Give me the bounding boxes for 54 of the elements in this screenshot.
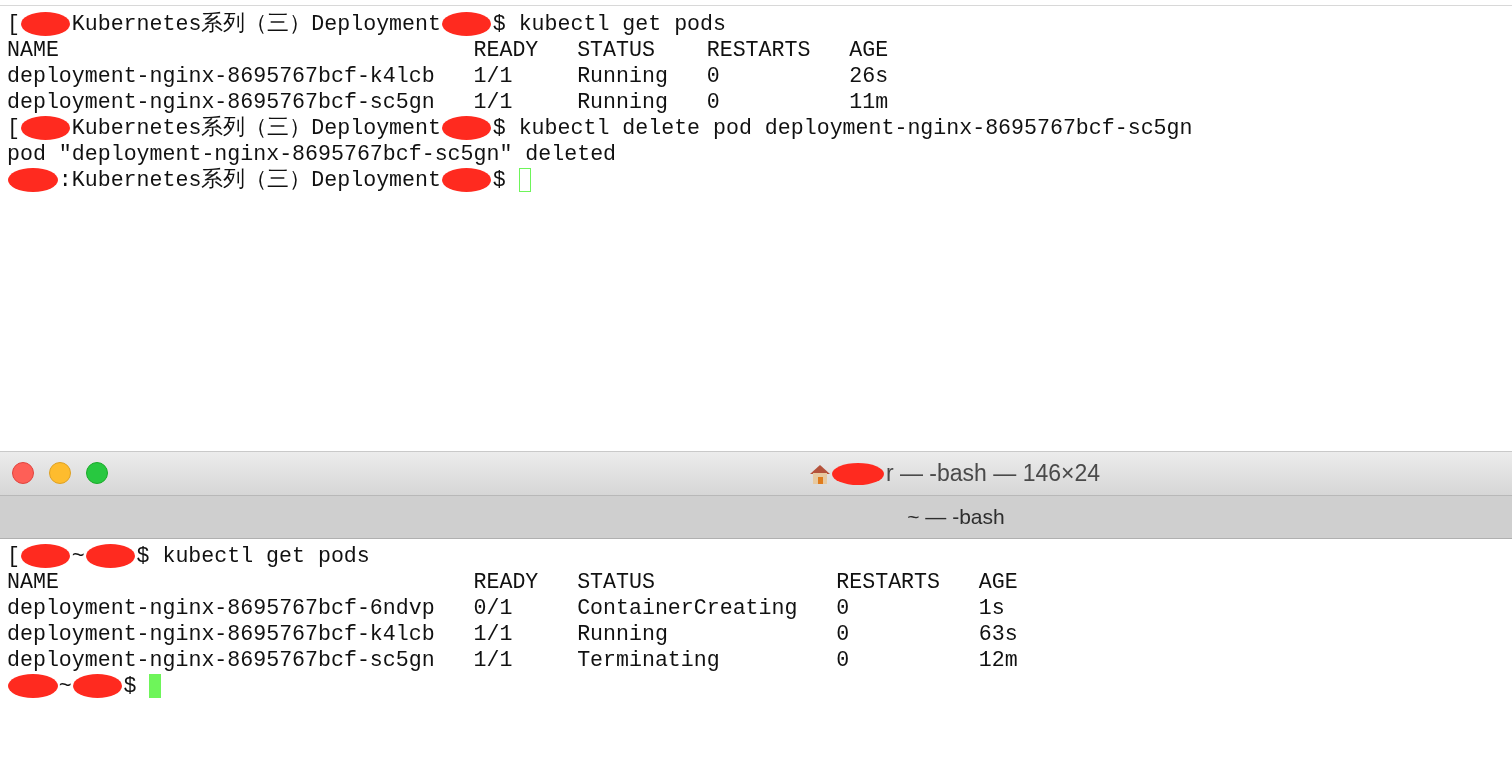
command-text: kubectl get pods bbox=[518, 11, 726, 37]
table-cell-text: Running bbox=[577, 621, 669, 647]
column-header: STATUS bbox=[577, 37, 656, 63]
table-cell-text: 1/1 bbox=[473, 647, 514, 673]
table-cell-text: ContainerCreating bbox=[577, 595, 799, 621]
command-text: kubectl delete pod deployment-nginx-8695767bcf-sc5gn bbox=[518, 115, 1193, 141]
prompt-text: [ bbox=[7, 11, 20, 37]
table-cell-text: Running bbox=[577, 89, 669, 115]
table-cell: 11m bbox=[849, 89, 889, 115]
table-cell-text: 0 bbox=[706, 63, 721, 89]
table-cell-text: 0/1 bbox=[473, 595, 514, 621]
column-header: RESTARTS bbox=[836, 569, 941, 595]
column-header: READY bbox=[473, 569, 540, 595]
prompt-text: Kubernetes系列（三）Deployment bbox=[71, 115, 441, 141]
table-cell-text: 0 bbox=[706, 89, 721, 115]
table-cell-text: 1/1 bbox=[473, 621, 514, 647]
table-cell-text: deployment-nginx-8695767bcf-sc5gn bbox=[7, 647, 436, 673]
prompt-text: [ bbox=[7, 543, 20, 569]
table-cell-text: 1/1 bbox=[473, 89, 514, 115]
table-cell: 12m bbox=[978, 647, 1018, 673]
column-header: STATUS bbox=[577, 569, 656, 595]
table-cell-text: Terminating bbox=[577, 647, 721, 673]
column-header: READY bbox=[473, 37, 540, 63]
column-header: NAME bbox=[7, 569, 60, 595]
column-header: AGE bbox=[978, 569, 1018, 595]
prompt-text: $ bbox=[492, 115, 506, 141]
prompt-text: [ bbox=[7, 115, 20, 141]
window-title: r — -bash — 146×24 bbox=[885, 460, 1101, 487]
table-cell-text: 0 bbox=[836, 621, 851, 647]
command-text: kubectl get pods bbox=[162, 543, 370, 569]
table-cell-text: 0 bbox=[836, 595, 851, 621]
prompt-text: :Kubernetes系列（三）Deployment bbox=[58, 167, 441, 193]
table-cell-text: Running bbox=[577, 63, 669, 89]
prompt-text: Kubernetes系列（三）Deployment bbox=[71, 11, 441, 37]
column-header: NAME bbox=[7, 37, 60, 63]
table-cell: 1s bbox=[978, 595, 1005, 621]
tab[interactable]: ~ — -bash bbox=[0, 496, 1512, 539]
prompt-text: ~ bbox=[58, 673, 72, 699]
prompt-text: $ bbox=[123, 673, 137, 699]
table-cell-text: deployment-nginx-8695767bcf-k4lcb bbox=[7, 621, 436, 647]
column-header: RESTARTS bbox=[706, 37, 812, 63]
table-cell: 26s bbox=[849, 63, 889, 89]
table-cell-text: deployment-nginx-8695767bcf-k4lcb bbox=[7, 63, 436, 89]
prompt-text: $ bbox=[492, 167, 506, 193]
column-header: AGE bbox=[849, 37, 889, 63]
output-text: pod "deployment-nginx-8695767bcf-sc5gn" deleted bbox=[7, 141, 617, 167]
table-cell-text: 1/1 bbox=[473, 63, 514, 89]
prompt-text: $ bbox=[136, 543, 150, 569]
prompt-text: ~ bbox=[71, 543, 85, 569]
table-cell-text: deployment-nginx-8695767bcf-sc5gn bbox=[7, 89, 436, 115]
table-cell: 63s bbox=[978, 621, 1018, 647]
table-cell-text: deployment-nginx-8695767bcf-6ndvp bbox=[7, 595, 436, 621]
prompt-text: $ bbox=[492, 11, 506, 37]
table-cell-text: 0 bbox=[836, 647, 851, 673]
